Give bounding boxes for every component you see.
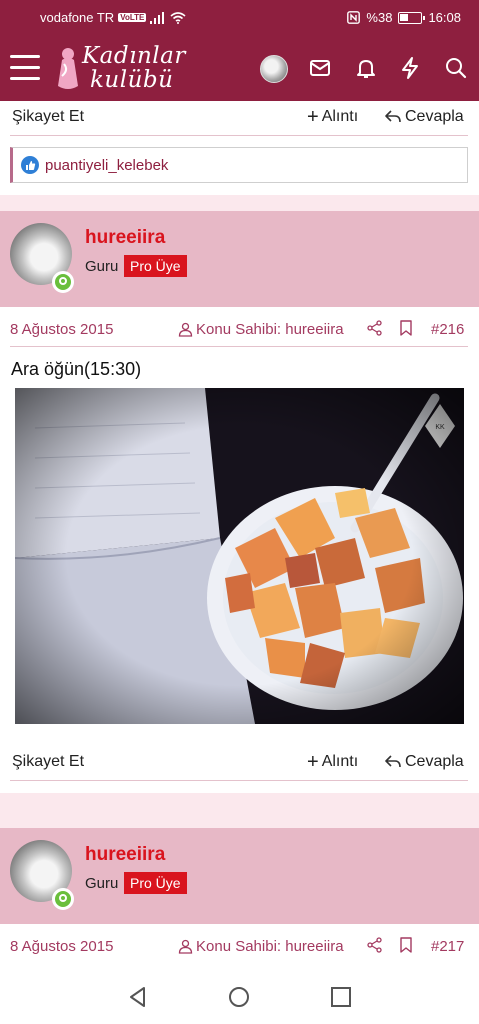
report-button[interactable]: Şikayet Et: [12, 108, 84, 126]
quote-label: Alıntı: [321, 753, 359, 770]
home-icon[interactable]: [226, 984, 252, 1010]
post-author-block: hureeiira Guru Pro Üye: [0, 211, 479, 317]
logo-figure-icon: [58, 48, 78, 89]
avatar[interactable]: [260, 55, 288, 83]
topic-owner-text: Konu Sahibi: hureeiira: [196, 321, 344, 338]
prev-post-actions: Şikayet Et + Alıntı Cevapla: [0, 101, 479, 135]
post-author-block: hureeiira Guru Pro Üye: [0, 828, 479, 934]
post-separator: [0, 195, 479, 211]
post-meta: 8 Ağustos 2015 Konu Sahibi: hureeiira #2…: [0, 312, 479, 346]
report-button[interactable]: Şikayet Et: [12, 753, 84, 771]
signal-icon: [150, 11, 165, 24]
battery-icon: [398, 11, 426, 24]
user-rank: Guru: [85, 875, 119, 892]
liker-link[interactable]: puantiyeli_kelebek: [45, 157, 168, 174]
post-body-text: Ara öğün(15:30): [11, 359, 142, 379]
wifi-icon: [170, 11, 186, 24]
post-number[interactable]: #216: [431, 321, 464, 338]
plus-icon: +: [307, 106, 319, 128]
app-header: Kadınlar kulübü: [0, 36, 479, 101]
post-date[interactable]: 8 Ağustos 2015: [10, 938, 113, 955]
back-icon[interactable]: [125, 984, 151, 1010]
logo-text: Kadınlar kulübü: [82, 44, 186, 92]
menu-icon[interactable]: [10, 55, 40, 81]
online-status-icon: [52, 271, 74, 293]
post-separator: [0, 793, 479, 828]
post-number[interactable]: #217: [431, 938, 464, 955]
battery-percent: %38: [366, 10, 393, 25]
divider: [10, 346, 468, 347]
username-link[interactable]: hureeiira: [85, 844, 165, 866]
topic-owner-label: Konu Sahibi: hureeiira: [178, 938, 344, 955]
user-rank: Guru: [85, 258, 119, 275]
online-status-icon: [52, 888, 74, 910]
thread-content: Şikayet Et + Alıntı Cevapla puantiyeli_k…: [0, 101, 479, 970]
status-right: %38 16:08: [347, 10, 461, 25]
status-left: vodafone TR VoLTE: [40, 10, 186, 25]
status-bar: vodafone TR VoLTE %38 16:08: [0, 0, 479, 36]
username-link[interactable]: hureeiira: [85, 227, 165, 249]
post-date[interactable]: 8 Ağustos 2015: [10, 321, 113, 338]
nfc-icon: [347, 11, 361, 24]
share-icon[interactable]: [367, 320, 383, 336]
user-icon: [178, 939, 193, 954]
reply-button[interactable]: Cevapla: [384, 753, 464, 771]
bookmark-icon[interactable]: [399, 320, 413, 336]
reply-label: Cevapla: [405, 108, 464, 125]
topic-owner-label: Konu Sahibi: hureeiira: [178, 321, 344, 338]
logo-line-2: kulübü: [90, 67, 174, 93]
system-nav-bar: [0, 970, 479, 1024]
share-icon[interactable]: [367, 937, 383, 953]
logo-line-1: Kadınlar: [82, 43, 186, 69]
bookmark-icon[interactable]: [399, 937, 413, 953]
carrier-label: vodafone TR: [40, 10, 115, 25]
bolt-icon[interactable]: [398, 56, 422, 80]
recents-icon[interactable]: [328, 984, 354, 1010]
thumbs-up-icon: [21, 156, 39, 174]
divider: [10, 780, 468, 781]
reply-arrow-icon: [385, 755, 401, 768]
post-actions: Şikayet Et + Alıntı Cevapla: [0, 746, 479, 780]
topic-owner-text: Konu Sahibi: hureeiira: [196, 938, 344, 955]
divider: [10, 135, 468, 136]
pro-member-badge: Pro Üye: [124, 255, 187, 277]
reply-arrow-icon: [385, 110, 401, 123]
volte-badge: VoLTE: [118, 13, 147, 22]
quote-button[interactable]: + Alıntı: [307, 751, 359, 773]
likes-box: puantiyeli_kelebek: [10, 147, 468, 183]
envelope-icon[interactable]: [308, 56, 332, 80]
bell-icon[interactable]: [354, 56, 378, 80]
site-logo[interactable]: Kadınlar kulübü: [52, 42, 192, 96]
search-icon[interactable]: [444, 56, 468, 80]
quote-button[interactable]: + Alıntı: [307, 106, 359, 128]
post-meta: 8 Ağustos 2015 Konu Sahibi: hureeiira #2…: [0, 929, 479, 963]
plus-icon: +: [307, 751, 319, 773]
user-icon: [178, 322, 193, 337]
post-image[interactable]: KK: [15, 388, 464, 724]
quote-label: Alıntı: [321, 108, 359, 125]
pro-member-badge: Pro Üye: [124, 872, 187, 894]
clock: 16:08: [428, 10, 461, 25]
reply-label: Cevapla: [405, 753, 464, 770]
fruit-bowl-photo: KK: [15, 388, 464, 724]
reply-button[interactable]: Cevapla: [384, 108, 464, 126]
